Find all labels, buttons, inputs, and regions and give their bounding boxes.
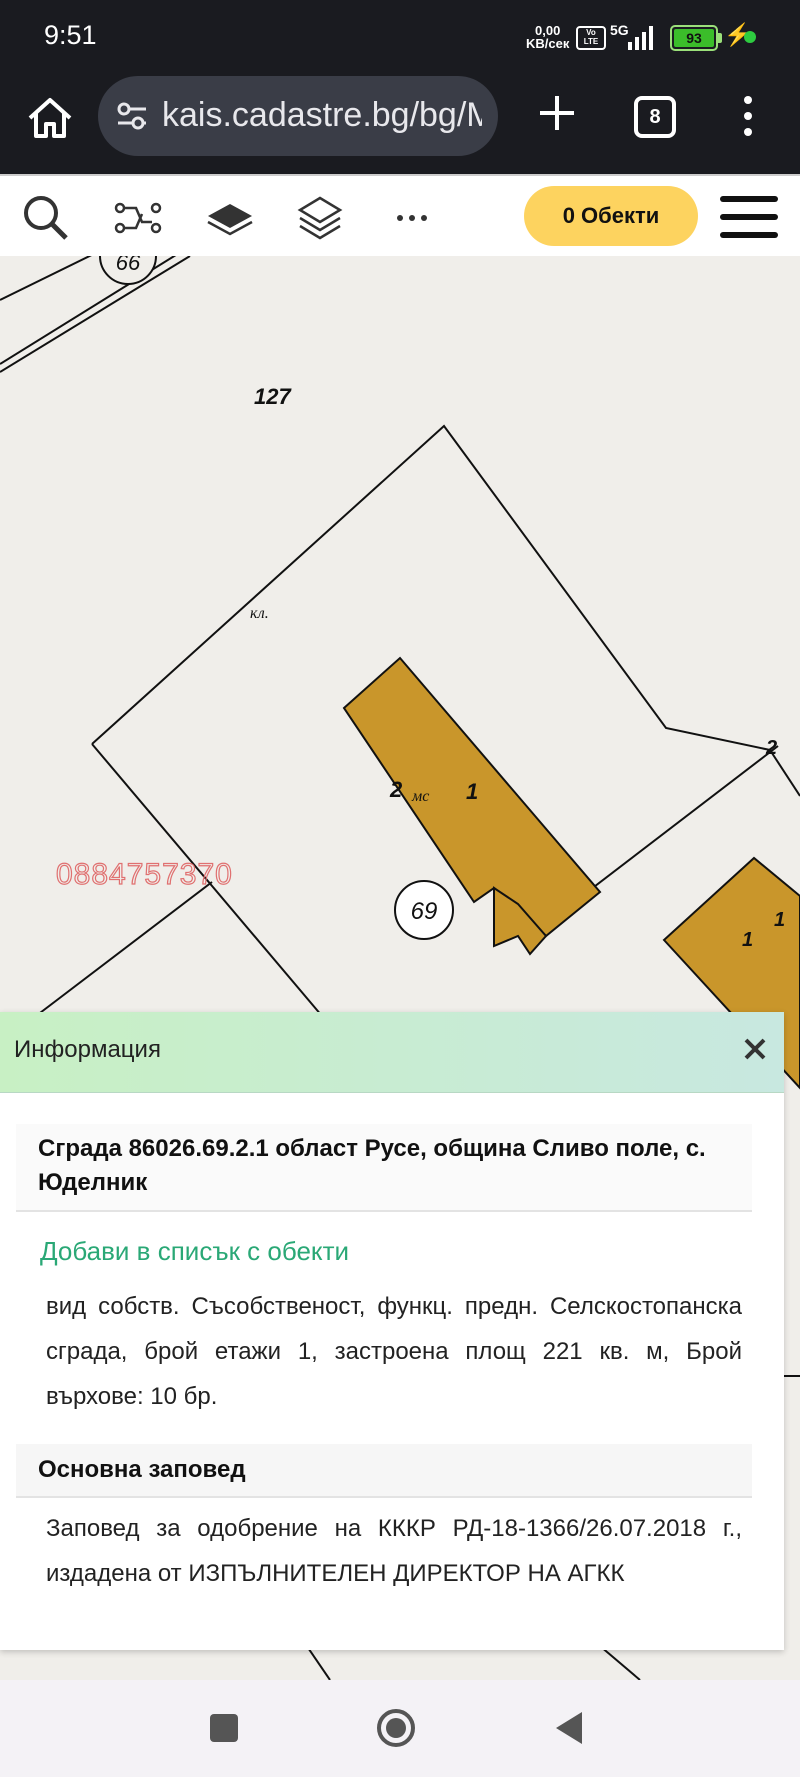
main-order-title: Основна заповед <box>38 1456 246 1483</box>
home-icon[interactable] <box>376 1708 416 1748</box>
object-title: Сграда 86026.69.2.1 област Русе, община … <box>38 1135 706 1196</box>
main-order-header: Основна заповед <box>16 1444 752 1498</box>
tune-icon[interactable] <box>114 98 150 134</box>
add-to-list-link[interactable]: Добави в списък с обекти <box>40 1236 349 1267</box>
info-panel: Информация Сграда 86026.69.2.1 област Ру… <box>0 1012 784 1650</box>
object-title-box: Сграда 86026.69.2.1 област Русе, община … <box>16 1124 752 1212</box>
map-label-ms: мс <box>411 788 429 805</box>
plus-icon[interactable] <box>532 88 582 138</box>
close-icon[interactable] <box>738 1032 772 1066</box>
map-label-top-circle: 66 <box>116 256 141 275</box>
map-label-kl: кл. <box>250 605 269 622</box>
battery-icon: 93 <box>670 25 722 51</box>
main-order-text: Заповед за одобрение на КККР РД-18-1366/… <box>46 1515 742 1587</box>
menu-icon[interactable] <box>716 192 782 242</box>
privacy-dot-icon <box>744 31 756 43</box>
system-nav-bar <box>0 1680 800 1777</box>
recents-icon[interactable] <box>210 1714 238 1742</box>
map-label-parcel-69: 69 <box>411 898 438 925</box>
info-panel-header: Информация <box>0 1012 784 1093</box>
address-bar[interactable]: kais.cadastre.bg/bg/M <box>98 76 498 156</box>
tabs-icon[interactable]: 8 <box>634 96 676 138</box>
battery-level: 93 <box>674 29 714 47</box>
network-speed: 0,00 KB/сек <box>526 24 569 50</box>
status-bar: 9:51 0,00 KB/сек Vo LTE 5G 93 ⚡ <box>0 0 800 74</box>
browser-toolbar: kais.cadastre.bg/bg/M 8 <box>0 74 800 174</box>
objects-button[interactable]: 0 Обекти <box>524 186 698 246</box>
more-horiz-icon[interactable] <box>386 192 438 244</box>
layer-icon[interactable] <box>204 192 256 244</box>
volte-icon: Vo LTE <box>576 26 606 50</box>
route-icon[interactable] <box>112 192 164 244</box>
map-label-right-building-b: 1 <box>774 909 785 931</box>
more-vert-icon[interactable] <box>738 94 758 138</box>
map-label-floors: 1 <box>466 779 478 804</box>
map-label-right-building-a: 1 <box>742 929 753 951</box>
url-text[interactable]: kais.cadastre.bg/bg/M <box>162 96 482 135</box>
map-label-parcel-127: 127 <box>254 384 292 409</box>
map-label-corner: 2 <box>765 737 777 759</box>
back-icon[interactable] <box>552 1710 586 1746</box>
layers-icon[interactable] <box>294 192 346 244</box>
search-icon[interactable] <box>20 192 72 244</box>
map-label-building-number: 2 <box>389 777 403 802</box>
home-icon[interactable] <box>24 92 76 144</box>
watermark-phone: 0884757370 <box>55 857 233 891</box>
map-toolbar: 0 Обекти <box>0 174 800 258</box>
info-panel-title: Информация <box>14 1036 161 1063</box>
clock: 9:51 <box>44 20 97 50</box>
network-speed-unit: KB/сек <box>526 36 570 51</box>
network-type: 5G <box>610 22 629 38</box>
object-description: вид собств. Съсобственост, функц. предн.… <box>46 1293 742 1410</box>
